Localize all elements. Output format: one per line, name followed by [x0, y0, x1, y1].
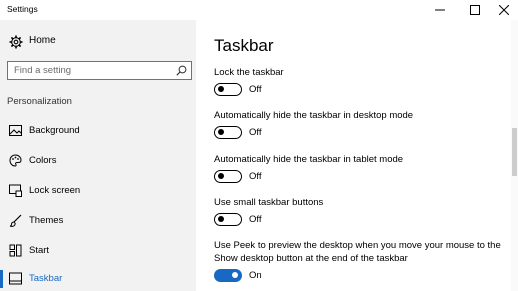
settings-window: Settings Home Find a setting Personaliza…	[0, 0, 518, 291]
setting-label: Automatically hide the taskbar in deskto…	[214, 110, 414, 121]
search-icon[interactable]	[176, 65, 187, 76]
maximize-icon	[470, 5, 480, 15]
maximize-button[interactable]	[461, 0, 489, 20]
sidebar-item-label: Start	[29, 245, 50, 256]
sidebar-item-label: Lock screen	[29, 185, 81, 196]
toggle-knob	[218, 129, 224, 135]
active-indicator	[0, 270, 3, 288]
toggle-state: Off	[249, 214, 262, 225]
sidebar-item-label: Themes	[29, 215, 64, 226]
search-box[interactable]	[7, 61, 192, 80]
autohide-tablet-toggle[interactable]	[214, 170, 242, 183]
peek-desktop-toggle[interactable]	[214, 269, 242, 282]
small-buttons-toggle[interactable]	[214, 213, 242, 226]
gear-icon	[9, 35, 23, 49]
sidebar-item-themes[interactable]: Themes	[0, 209, 196, 233]
home-label: Home	[29, 35, 56, 46]
sidebar-item-colors[interactable]: Colors	[0, 149, 196, 173]
minimize-button[interactable]	[426, 0, 454, 20]
toggle-row: Off	[214, 83, 334, 97]
setting-label: Use Peek to preview the desktop when you…	[214, 240, 501, 264]
main-content: Taskbar Lock the taskbar Off Automatical…	[196, 20, 518, 291]
sidebar-item-taskbar[interactable]: Taskbar	[0, 267, 196, 291]
minimize-icon	[435, 9, 445, 11]
sidebar-item-start[interactable]: Start	[0, 239, 196, 263]
scrollbar-thumb[interactable]	[512, 128, 517, 176]
sidebar-item-label: Colors	[29, 155, 57, 166]
close-button[interactable]	[490, 0, 518, 20]
palette-icon	[9, 154, 22, 167]
title-bar: Settings	[0, 0, 518, 20]
section-label-personalization: Personalization	[7, 96, 72, 107]
sidebar-item-label: Taskbar	[29, 273, 63, 284]
start-icon	[9, 244, 22, 257]
toggle-state: Off	[249, 127, 262, 138]
home-nav-item[interactable]: Home	[0, 30, 196, 54]
toggle-state: Off	[249, 171, 262, 182]
setting-label: Automatically hide the taskbar in tablet…	[214, 154, 404, 165]
sidebar-item-label: Background	[29, 125, 80, 136]
toggle-knob	[218, 86, 224, 92]
sidebar-item-lock-screen[interactable]: Lock screen	[0, 179, 196, 203]
setting-label: Use small taskbar buttons	[214, 197, 324, 208]
toggle-state: Off	[249, 84, 262, 95]
setting-peek-desktop: Use Peek to preview the desktop when you…	[214, 239, 504, 282]
main-scrollbar[interactable]	[511, 20, 518, 291]
brush-icon	[9, 214, 22, 227]
setting-autohide-tablet: Automatically hide the taskbar in tablet…	[214, 153, 504, 183]
sidebar-item-background[interactable]: Background	[0, 119, 196, 143]
picture-icon	[9, 125, 22, 136]
setting-label: Lock the taskbar	[214, 67, 284, 78]
taskbar-icon	[9, 272, 22, 285]
setting-autohide-desktop: Automatically hide the taskbar in deskto…	[214, 109, 504, 139]
toggle-knob	[232, 272, 238, 278]
close-icon	[499, 5, 509, 15]
search-input[interactable]	[14, 64, 174, 77]
toggle-knob	[218, 173, 224, 179]
page-title: Taskbar	[214, 36, 274, 55]
lock-screen-icon	[9, 184, 22, 197]
toggle-row: Off	[214, 213, 334, 227]
lock-taskbar-toggle[interactable]	[214, 83, 242, 96]
sidebar: Home Personalization Background Color	[0, 20, 196, 291]
window-title: Settings	[7, 4, 38, 14]
toggle-row: On	[214, 269, 334, 283]
setting-small-buttons: Use small taskbar buttons Off	[214, 196, 504, 226]
toggle-row: Off	[214, 170, 334, 184]
autohide-desktop-toggle[interactable]	[214, 126, 242, 139]
toggle-knob	[218, 216, 224, 222]
toggle-row: Off	[214, 126, 334, 140]
toggle-state: On	[249, 270, 262, 281]
setting-lock-taskbar: Lock the taskbar Off	[214, 66, 504, 96]
